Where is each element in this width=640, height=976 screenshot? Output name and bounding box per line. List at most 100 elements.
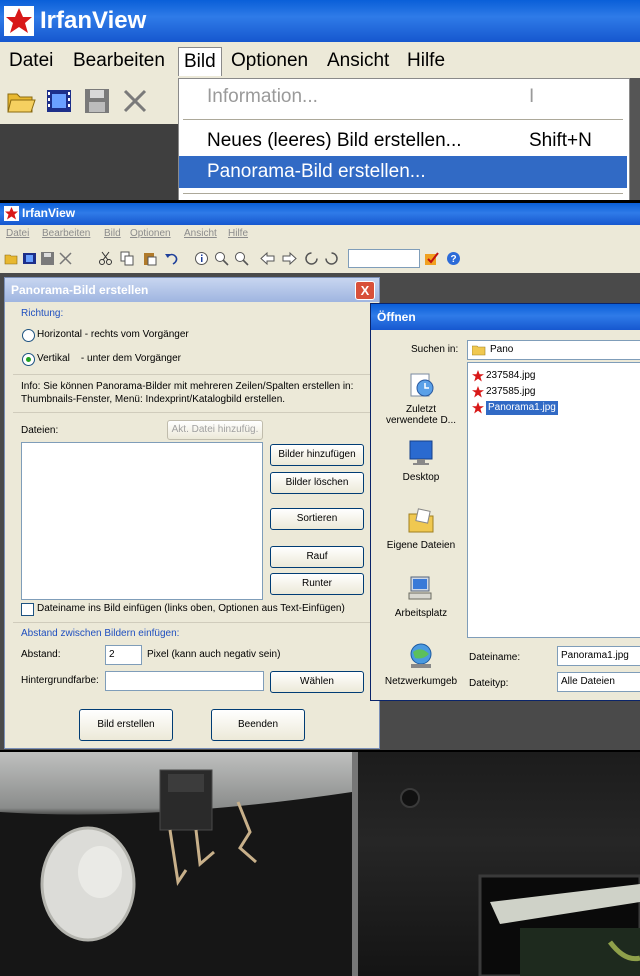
irfanview-logo-icon xyxy=(4,206,19,221)
move-up-button[interactable]: Rauf xyxy=(270,546,364,568)
place-label: Zuletzt xyxy=(405,404,436,415)
menu-item-label: Panorama-Bild erstellen... xyxy=(207,161,426,182)
choose-color-button[interactable]: Wählen xyxy=(270,671,364,693)
menu-bar: Datei Bearbeiten Bild Optionen Ansicht H… xyxy=(0,225,640,245)
delete-icon[interactable] xyxy=(58,251,73,266)
menu-item-new-image[interactable]: Neues (leeres) Bild erstellen... Shift+N xyxy=(179,125,627,157)
zoom-out-icon[interactable] xyxy=(234,251,249,266)
dialog-title-bar: Öffnen xyxy=(371,304,640,330)
previous-icon[interactable] xyxy=(260,251,275,266)
move-down-button[interactable]: Runter xyxy=(270,573,364,595)
menu-datei[interactable]: Datei xyxy=(6,228,29,239)
toolbar-input[interactable] xyxy=(348,249,420,268)
menu-bild[interactable]: Bild xyxy=(104,228,121,239)
left-photo xyxy=(0,752,352,976)
file-item-selected[interactable]: Panorama1.jpg xyxy=(472,401,632,415)
info-text-line2: Thumbnails-Fenster, Menü: Indexprint/Kat… xyxy=(21,394,286,405)
filename-input[interactable]: Panorama1.jpg xyxy=(557,646,640,666)
app-title: IrfanView xyxy=(40,7,147,34)
radio-vertical[interactable] xyxy=(22,353,35,366)
files-label: Dateien: xyxy=(21,425,59,436)
add-images-button[interactable]: Bilder hinzufügen xyxy=(270,444,364,466)
zoomed-menu-panel: IrfanView Datei Bearbeiten Bild Optionen… xyxy=(0,0,640,200)
open-folder-icon[interactable] xyxy=(4,251,19,266)
menu-item-information[interactable]: Information... I xyxy=(179,81,627,113)
right-photo xyxy=(358,752,640,976)
menu-bild[interactable]: Bild xyxy=(178,47,222,76)
filetype-select[interactable]: Alle Dateien xyxy=(557,672,640,692)
slideshow-icon[interactable] xyxy=(44,86,74,116)
menu-optionen[interactable]: Optionen xyxy=(226,47,313,75)
menu-ansicht[interactable]: Ansicht xyxy=(184,228,217,239)
info-text-line1: Info: Sie können Panorama-Bilder mit meh… xyxy=(21,381,354,392)
zoom-in-icon[interactable] xyxy=(214,251,229,266)
place-desktop[interactable]: Desktop xyxy=(375,438,467,483)
help-icon[interactable]: ? xyxy=(446,251,461,266)
network-icon xyxy=(410,643,432,668)
options-icon[interactable] xyxy=(424,251,439,266)
slideshow-icon[interactable] xyxy=(22,251,37,266)
file-name: 237585.jpg xyxy=(486,386,536,397)
menu-item-shortcut: I xyxy=(529,86,535,107)
delete-images-button[interactable]: Bilder löschen xyxy=(270,472,364,494)
bgcolor-label: Hintergrundfarbe: xyxy=(21,675,99,686)
menu-bar: Datei Bearbeiten Bild Optionen Ansicht H… xyxy=(0,42,640,79)
add-current-file-button[interactable]: Akt. Datei hinzufüg. xyxy=(167,420,263,440)
divider xyxy=(13,622,371,623)
rotate-left-icon[interactable] xyxy=(304,251,319,266)
menu-datei[interactable]: Datei xyxy=(4,47,58,75)
file-list[interactable]: 237584.jpg 237585.jpg Panorama1.jpg xyxy=(467,362,640,638)
my-documents-icon xyxy=(408,508,434,533)
place-my-documents[interactable]: Eigene Dateien xyxy=(375,506,467,551)
close-button[interactable]: X xyxy=(355,281,375,300)
exit-button[interactable]: Beenden xyxy=(211,709,305,741)
place-network[interactable]: Netzwerkumgeb xyxy=(375,642,467,687)
menu-separator xyxy=(183,119,623,120)
look-in-combobox[interactable]: Pano xyxy=(467,340,640,360)
place-recent[interactable]: Zuletzt verwendete D... xyxy=(375,370,467,426)
window-edge xyxy=(630,78,640,200)
next-icon[interactable] xyxy=(282,251,297,266)
sort-button[interactable]: Sortieren xyxy=(270,508,364,530)
spacing-input[interactable]: 2 xyxy=(105,645,142,665)
file-name: 237584.jpg xyxy=(486,370,536,381)
folder-icon xyxy=(472,345,486,356)
menu-separator xyxy=(183,193,623,194)
device-photos xyxy=(0,752,640,976)
menu-ansicht[interactable]: Ansicht xyxy=(322,47,394,75)
file-item[interactable]: 237585.jpg xyxy=(472,385,632,399)
save-icon[interactable] xyxy=(40,251,55,266)
title-bar: IrfanView xyxy=(0,0,640,42)
menu-hilfe[interactable]: Hilfe xyxy=(228,228,248,239)
place-my-computer[interactable]: Arbeitsplatz xyxy=(375,574,467,619)
spacing-label: Abstand: xyxy=(21,649,61,660)
radio-horizontal[interactable] xyxy=(22,329,35,342)
menu-item-panorama[interactable]: Panorama-Bild erstellen... xyxy=(179,156,627,188)
copy-icon[interactable] xyxy=(120,251,135,266)
filetype-label: Dateityp: xyxy=(469,678,509,689)
bgcolor-input[interactable] xyxy=(105,671,264,691)
info-icon[interactable] xyxy=(194,251,209,266)
paste-icon[interactable] xyxy=(142,251,157,266)
irfanview-file-icon xyxy=(472,386,484,398)
create-image-button[interactable]: Bild erstellen xyxy=(79,709,173,741)
menu-bearbeiten[interactable]: Bearbeiten xyxy=(42,228,90,239)
menu-optionen[interactable]: Optionen xyxy=(130,228,171,239)
my-computer-icon xyxy=(408,576,432,600)
open-folder-icon[interactable] xyxy=(6,86,36,116)
cut-icon[interactable] xyxy=(98,251,113,266)
filename-checkbox[interactable] xyxy=(21,603,34,616)
undo-icon[interactable] xyxy=(164,251,179,266)
photo-panel xyxy=(0,752,640,976)
filename-checkbox-label: Dateiname ins Bild einfügen (links oben,… xyxy=(37,603,345,614)
save-icon[interactable] xyxy=(82,86,112,116)
menu-hilfe[interactable]: Hilfe xyxy=(402,47,450,75)
irfanview-file-icon xyxy=(472,402,484,414)
delete-icon[interactable] xyxy=(120,86,150,116)
files-listbox[interactable] xyxy=(21,442,263,600)
panorama-dialog: Panorama-Bild erstellen X Richtung: Hori… xyxy=(4,277,380,749)
menu-bearbeiten[interactable]: Bearbeiten xyxy=(68,47,170,75)
file-item[interactable]: 237584.jpg xyxy=(472,369,632,383)
spacing-unit-label: Pixel (kann auch negativ sein) xyxy=(147,649,281,660)
rotate-right-icon[interactable] xyxy=(324,251,339,266)
